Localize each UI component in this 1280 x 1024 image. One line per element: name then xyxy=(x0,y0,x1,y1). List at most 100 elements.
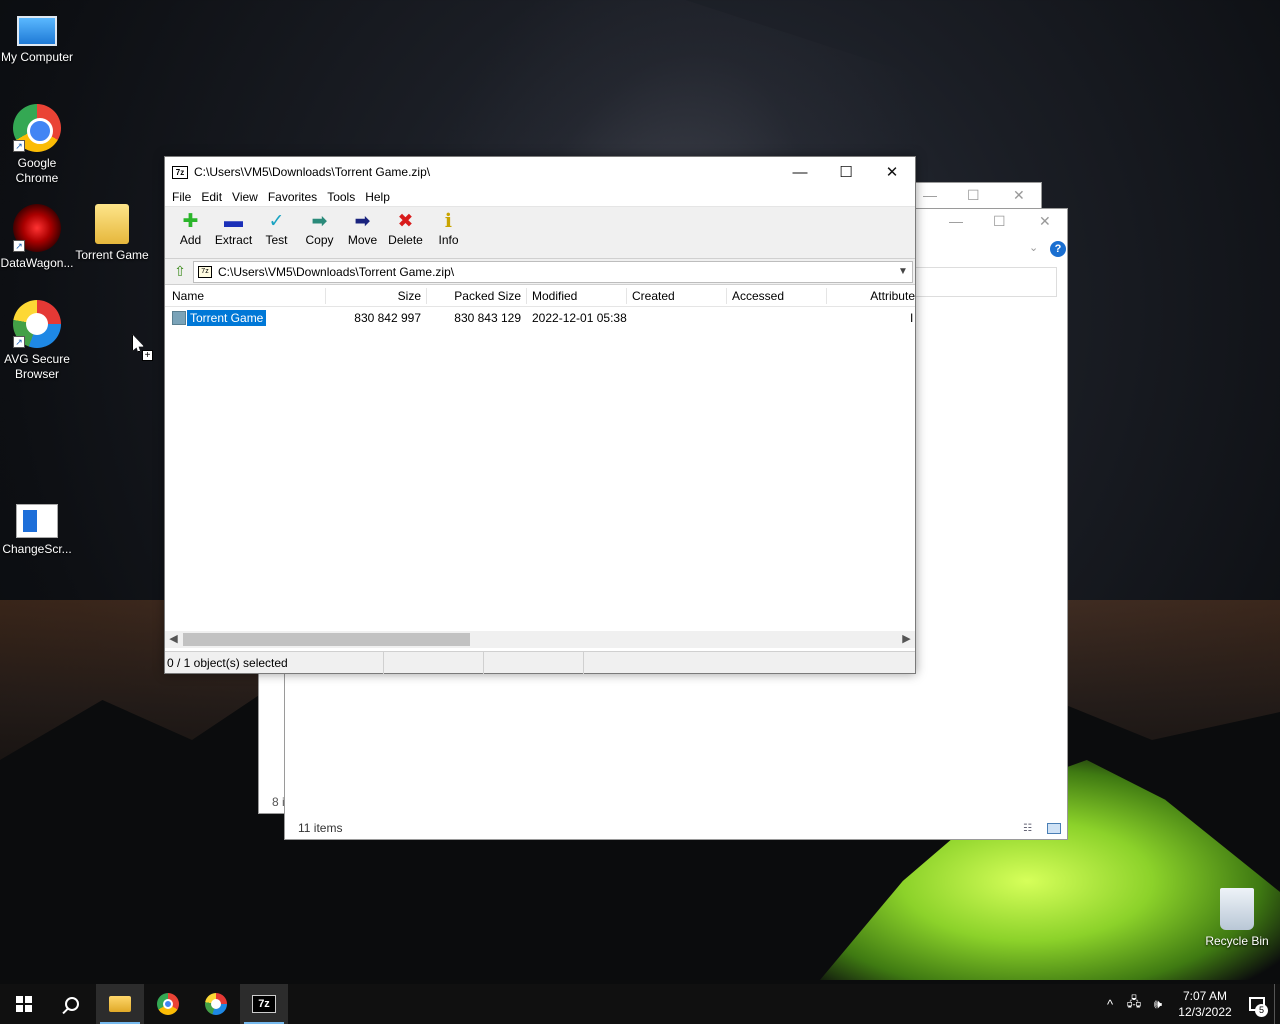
desktop-icon-changescreen[interactable]: ChangeScr... xyxy=(0,498,74,557)
volume-icon[interactable]: 🕪 xyxy=(1146,996,1170,1012)
column-created[interactable]: Created xyxy=(632,285,675,307)
menu-bar: File Edit View Favorites Tools Help xyxy=(165,187,915,207)
move-arrow-icon: ➡ xyxy=(354,211,371,232)
column-name[interactable]: Name xyxy=(172,285,204,307)
title-bar[interactable]: 7z C:\Users\VM5\Downloads\Torrent Game.z… xyxy=(165,157,915,187)
desktop-icon-label: My Computer xyxy=(0,50,74,64)
file-size: 830 842 997 xyxy=(354,311,421,325)
search-button[interactable] xyxy=(48,984,96,1024)
minus-icon: ▬ xyxy=(224,211,243,232)
horizontal-scrollbar[interactable]: ◀ ▶ xyxy=(165,631,915,648)
chevron-down-icon[interactable]: ⌄ xyxy=(1029,241,1038,254)
desktop-icon-recycle-bin[interactable]: Recycle Bin xyxy=(1200,888,1274,949)
address-text: C:\Users\VM5\Downloads\Torrent Game.zip\ xyxy=(218,264,455,279)
close-button[interactable]: ✕ xyxy=(869,157,915,187)
info-button[interactable]: ℹ Info xyxy=(427,207,470,247)
menu-favorites[interactable]: Favorites xyxy=(263,190,322,204)
delete-button[interactable]: ✖ Delete xyxy=(384,207,427,247)
test-label: Test xyxy=(265,233,288,247)
taskbar-chrome[interactable] xyxy=(144,984,192,1024)
desktop-icon-torrent-game[interactable]: Torrent Game xyxy=(75,204,149,263)
scroll-left-icon[interactable]: ◀ xyxy=(165,631,182,648)
extract-label: Extract xyxy=(214,233,253,247)
taskbar: 7z ^ 🖧 🕪 7:07 AM 12/3/2022 5 xyxy=(0,984,1280,1024)
clock[interactable]: 7:07 AM 12/3/2022 xyxy=(1170,988,1240,1020)
avg-browser-icon xyxy=(205,993,227,1015)
test-button[interactable]: ✓ Test xyxy=(255,207,298,247)
shortcut-arrow-icon: ↗ xyxy=(13,336,25,348)
column-accessed[interactable]: Accessed xyxy=(732,285,784,307)
maximize-icon[interactable]: ☐ xyxy=(967,187,980,204)
column-size[interactable]: Size xyxy=(325,285,421,307)
maximize-button[interactable]: ☐ xyxy=(823,157,869,187)
close-icon[interactable]: ✕ xyxy=(1013,187,1025,204)
desktop-icon-avg-secure-browser[interactable]: ↗ AVG Secure Browser xyxy=(0,300,74,382)
sevenzip-window[interactable]: 7z C:\Users\VM5\Downloads\Torrent Game.z… xyxy=(164,156,916,674)
shortcut-arrow-icon: ↗ xyxy=(13,240,25,252)
status-fragment: 8 i xyxy=(272,795,285,809)
add-button[interactable]: ✚ Add xyxy=(169,207,212,247)
sevenzip-icon: 7z xyxy=(252,995,276,1013)
maximize-icon[interactable]: ☐ xyxy=(993,213,1006,230)
menu-view[interactable]: View xyxy=(227,190,263,204)
scroll-right-icon[interactable]: ▶ xyxy=(898,631,915,648)
desktop-icon-my-computer[interactable]: My Computer xyxy=(0,8,74,65)
scrollbar-thumb[interactable] xyxy=(183,633,470,646)
chevron-up-icon[interactable]: ^ xyxy=(1098,997,1122,1012)
copy-button[interactable]: ➡ Copy xyxy=(298,207,341,247)
minimize-icon[interactable]: — xyxy=(949,213,963,229)
sevenzip-logo-icon: 7z xyxy=(172,165,188,179)
menu-edit[interactable]: Edit xyxy=(196,190,227,204)
minimize-icon[interactable]: — xyxy=(923,187,937,203)
address-field[interactable]: 7z C:\Users\VM5\Downloads\Torrent Game.z… xyxy=(193,260,913,283)
large-icons-view-icon[interactable] xyxy=(1047,823,1061,834)
taskbar-7zip[interactable]: 7z xyxy=(240,984,288,1024)
chevron-down-icon[interactable]: ▼ xyxy=(894,266,912,277)
taskbar-file-explorer[interactable] xyxy=(96,984,144,1024)
menu-tools[interactable]: Tools xyxy=(322,190,360,204)
desktop-icon-google-chrome[interactable]: ↗ Google Chrome xyxy=(0,104,74,186)
action-center-button[interactable]: 5 xyxy=(1240,984,1274,1024)
file-attribute: I xyxy=(910,311,914,325)
menu-help[interactable]: Help xyxy=(360,190,395,204)
table-row[interactable]: Torrent Game 830 842 997 830 843 129 202… xyxy=(165,309,915,327)
shortcut-arrow-icon: ↗ xyxy=(13,140,25,152)
recycle-bin-icon xyxy=(1220,888,1254,930)
file-name[interactable]: Torrent Game xyxy=(185,309,268,327)
close-icon[interactable]: ✕ xyxy=(1039,213,1051,230)
show-desktop-button[interactable] xyxy=(1274,984,1280,1024)
start-button[interactable] xyxy=(0,984,48,1024)
plus-icon: ✚ xyxy=(182,211,199,232)
copy-label: Copy xyxy=(305,233,334,247)
drag-copy-plus-icon: + xyxy=(142,350,153,361)
items-count: 11 items xyxy=(298,821,343,835)
file-explorer-icon xyxy=(109,996,131,1012)
add-label: Add xyxy=(179,233,202,247)
column-attributes[interactable]: Attribute xyxy=(827,285,915,307)
column-modified[interactable]: Modified xyxy=(532,285,577,307)
column-separator xyxy=(526,288,527,304)
move-button[interactable]: ➡ Move xyxy=(341,207,384,247)
selection-status: 0 / 1 object(s) selected xyxy=(165,652,384,674)
column-separator xyxy=(626,288,627,304)
extract-button[interactable]: ▬ Extract xyxy=(212,207,255,247)
folder-up-icon[interactable]: ⇧ xyxy=(167,261,193,283)
details-view-icon[interactable]: ☷ xyxy=(1023,823,1032,834)
avg-browser-icon: ↗ xyxy=(13,300,61,348)
column-packed-size[interactable]: Packed Size xyxy=(427,285,521,307)
changescreen-icon xyxy=(16,504,58,538)
clock-time: 7:07 AM xyxy=(1182,989,1228,1003)
status-section xyxy=(484,652,584,674)
move-label: Move xyxy=(347,233,378,247)
minimize-button[interactable]: — xyxy=(777,157,823,187)
menu-file[interactable]: File xyxy=(167,190,196,204)
search-box[interactable] xyxy=(915,267,1057,297)
clock-date: 12/3/2022 xyxy=(1178,1005,1232,1019)
taskbar-avg-browser[interactable] xyxy=(192,984,240,1024)
desktop-icon-label: DataWagon... xyxy=(0,256,74,270)
network-icon[interactable]: 🖧 xyxy=(1122,993,1146,1015)
desktop-icon-datawagon[interactable]: ↗ DataWagon... xyxy=(0,204,74,271)
folder-icon xyxy=(95,204,129,244)
desktop-icon-label: ChangeScr... xyxy=(2,542,72,556)
help-icon[interactable]: ? xyxy=(1050,241,1066,257)
